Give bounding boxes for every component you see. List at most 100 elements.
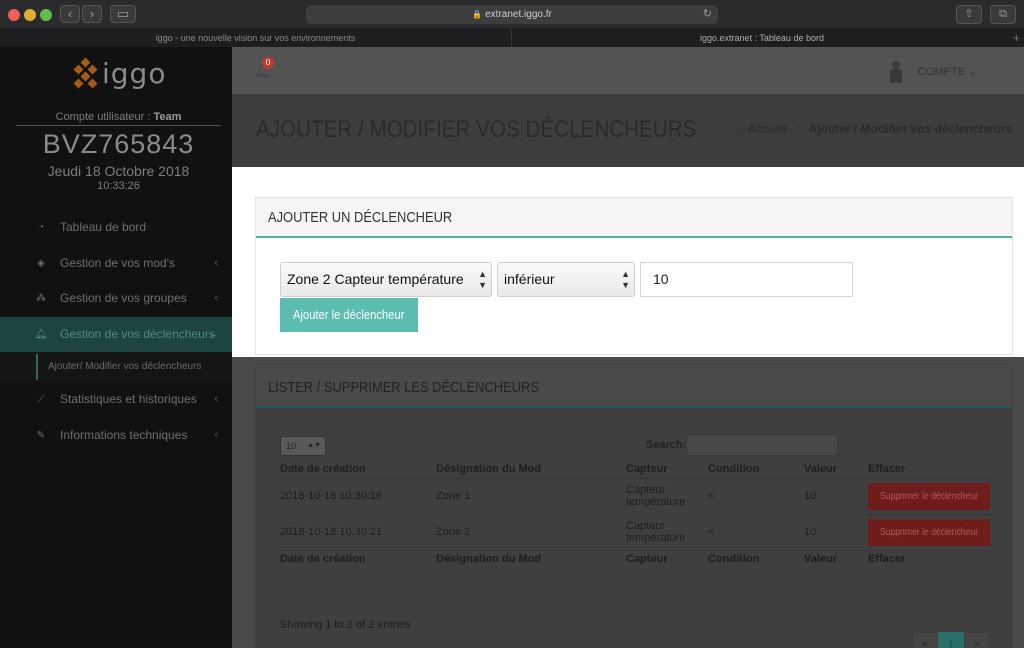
add-trigger-heading: AJOUTER UN DÉCLENCHEUR xyxy=(256,198,1012,238)
forward-button[interactable]: › xyxy=(82,5,102,23)
breadcrumb-current: Ajouter / Modifier vos déclencheurs xyxy=(808,122,1012,136)
account-name: Team xyxy=(153,111,182,123)
main-content: 🔔︎ 0 COMPTE ⌄ AJOUTER / MODIFIER VOS DÉC… xyxy=(232,47,1024,648)
column-header[interactable]: Condition xyxy=(708,460,804,479)
condition-select[interactable]: inférieur ▲ ▼ xyxy=(497,262,635,297)
column-footer: Valeur xyxy=(804,549,868,568)
tab-dashboard[interactable]: iggo.extranet : Tableau de bord xyxy=(512,29,1012,47)
tabs-overview-icon[interactable]: ⧉ xyxy=(990,5,1016,24)
new-tab-icon[interactable]: + xyxy=(1013,29,1020,47)
reload-icon[interactable]: ↻ xyxy=(703,5,712,24)
account-id: BVZ765843 xyxy=(42,129,195,159)
add-trigger-button[interactable]: Ajouter le déclencheur xyxy=(280,298,418,332)
bell-icon: 🔔︎ xyxy=(34,328,48,340)
table-row: 2018-10-18 10:30:21 Zone 2 Capteur tempé… xyxy=(280,514,992,551)
search-label: Search: xyxy=(646,439,687,451)
maximize-window-button[interactable] xyxy=(40,9,52,21)
threshold-input[interactable]: 10 xyxy=(640,262,853,297)
notification-badge: 0 xyxy=(262,57,274,69)
cell-date: 2018-10-18 10:30:16 xyxy=(280,478,436,515)
wrench-icon: ✎ xyxy=(36,429,46,441)
column-footer: Condition xyxy=(708,549,804,568)
account-label: Compte utilisateur : Team xyxy=(16,111,221,126)
list-triggers-panel: LISTER / SUPPRIMER LES DÉCLENCHEURS 10 ▲▼… xyxy=(255,367,1013,648)
chevron-left-icon: ‹ xyxy=(214,393,218,405)
cell-sensor: Capteur température xyxy=(626,478,708,515)
column-header[interactable]: Capteur xyxy=(626,460,708,479)
list-triggers-heading: LISTER / SUPPRIMER LES DÉCLENCHEURS xyxy=(256,368,1012,408)
account-menu[interactable]: COMPTE ⌄ xyxy=(918,65,977,78)
cell-value: 10 xyxy=(804,478,868,515)
sidebar-item-technical-info[interactable]: ✎ Informations techniques ‹ xyxy=(0,418,232,454)
avatar[interactable] xyxy=(888,61,904,83)
add-trigger-panel: AJOUTER UN DÉCLENCHEUR Zone 2 Capteur te… xyxy=(255,197,1013,355)
select-arrows-icon: ▲▼ xyxy=(307,442,321,449)
breadcrumb: ⌂ Accueil / Ajouter / Modifier vos décle… xyxy=(737,122,1012,136)
dashboard-icon: ◔ xyxy=(37,222,45,233)
sidebar-item-mods[interactable]: ◈ Gestion de vos mod's ‹ xyxy=(0,246,232,282)
chevron-left-icon: ‹ xyxy=(214,292,218,304)
table-footer-row: Date de création Désignation du Mod Capt… xyxy=(280,549,992,568)
share-icon[interactable]: ⇧ xyxy=(956,5,982,24)
sidebar-item-groups[interactable]: ⁂ Gestion de vos groupes ‹ xyxy=(0,281,232,317)
tab-home[interactable]: iggo - une nouvelle vision sur vos envir… xyxy=(0,29,512,47)
browser-titlebar: ‹ › ▭ 🔒 extranet.iggo.fr ↻ ⇧ ⧉ xyxy=(0,0,1024,29)
page-header: AJOUTER / MODIFIER VOS DÉCLENCHEURS ⌂ Ac… xyxy=(232,94,1024,167)
close-window-button[interactable] xyxy=(8,9,20,21)
cube-icon: ◈ xyxy=(37,257,45,269)
chart-icon: ⟋ xyxy=(37,394,45,405)
cell-date: 2018-10-18 10:30:21 xyxy=(280,514,436,551)
current-date: Jeudi 18 Octobre 2018 xyxy=(47,163,190,179)
logo[interactable]: iggo xyxy=(72,55,166,91)
current-time: 10:33:26 xyxy=(97,180,140,192)
url-text: extranet.iggo.fr xyxy=(485,9,552,20)
breadcrumb-home[interactable]: Accueil xyxy=(748,122,787,136)
logo-text: iggo xyxy=(102,56,167,90)
sensor-select[interactable]: Zone 2 Capteur température ▲ ▼ xyxy=(280,262,492,297)
select-arrows-icon: ▲▼ xyxy=(478,269,487,290)
sidebar: iggo Compte utilisateur : Team BVZ765843… xyxy=(0,47,232,648)
triggers-table: Date de création Désignation du Mod Capt… xyxy=(280,460,992,568)
back-button[interactable]: ‹ xyxy=(60,5,80,23)
sidebar-subitem-add-triggers[interactable]: Ajouter/ Modifier vos déclencheurs xyxy=(0,352,232,382)
chevron-left-icon: ‹ xyxy=(214,428,218,441)
column-header[interactable]: Date de création xyxy=(280,460,436,479)
select-arrows-icon: ▲▼ xyxy=(621,269,630,290)
search-input[interactable] xyxy=(686,434,838,456)
column-footer: Capteur xyxy=(626,549,708,568)
cubes-icon: ⁂ xyxy=(36,293,46,304)
delete-trigger-button[interactable]: Supprimer le déclencheur xyxy=(868,482,990,510)
top-bar: 🔔︎ 0 COMPTE ⌄ xyxy=(232,47,1024,94)
column-footer: Effacer xyxy=(868,549,992,568)
column-header[interactable]: Désignation du Mod xyxy=(436,460,626,479)
minimize-window-button[interactable] xyxy=(24,9,36,21)
sidebar-item-statistics[interactable]: ⟋ Statistiques et historiques ‹ xyxy=(0,382,232,418)
sidebar-menu: ◔ Tableau de bord ◈ Gestion de vos mod's… xyxy=(0,210,232,453)
tab-bar: iggo - une nouvelle vision sur vos envir… xyxy=(0,29,1024,47)
pagination-page[interactable]: 1 xyxy=(938,632,964,648)
pagination: « 1 » xyxy=(912,632,990,648)
lock-icon: 🔒 xyxy=(472,10,483,19)
sidebar-item-triggers[interactable]: 🔔︎ Gestion de vos déclencheurs ⌄ xyxy=(0,316,232,352)
cell-condition: < xyxy=(708,478,804,515)
delete-trigger-button[interactable]: Supprimer le déclencheur xyxy=(868,518,990,546)
cell-value: 10 xyxy=(804,514,868,551)
column-header[interactable]: Effacer xyxy=(868,460,992,479)
logo-mark-icon xyxy=(72,57,100,89)
home-icon: ⌂ xyxy=(737,122,746,136)
table-row: 2018-10-18 10:30:16 Zone 1 Capteur tempé… xyxy=(280,478,992,515)
cell-mod: Zone 2 xyxy=(436,514,626,551)
entries-info: Showing 1 to 2 of 2 entries xyxy=(280,619,411,631)
address-bar[interactable]: 🔒 extranet.iggo.fr ↻ xyxy=(306,5,718,24)
column-footer: Désignation du Mod xyxy=(436,549,626,568)
cell-condition: < xyxy=(708,514,804,551)
column-header[interactable]: Valeur xyxy=(804,460,868,479)
pagination-next[interactable]: » xyxy=(964,632,990,648)
column-footer: Date de création xyxy=(280,549,436,568)
pagination-prev[interactable]: « xyxy=(912,632,938,648)
page-title: AJOUTER / MODIFIER VOS DÉCLENCHEURS xyxy=(256,116,697,143)
page-size-select[interactable]: 10 ▲▼ xyxy=(280,436,326,456)
add-trigger-section: AJOUTER UN DÉCLENCHEUR Zone 2 Capteur te… xyxy=(232,167,1024,357)
sidebar-item-dashboard[interactable]: ◔ Tableau de bord xyxy=(0,210,232,246)
sidebar-toggle-icon[interactable]: ▭ xyxy=(110,5,136,23)
